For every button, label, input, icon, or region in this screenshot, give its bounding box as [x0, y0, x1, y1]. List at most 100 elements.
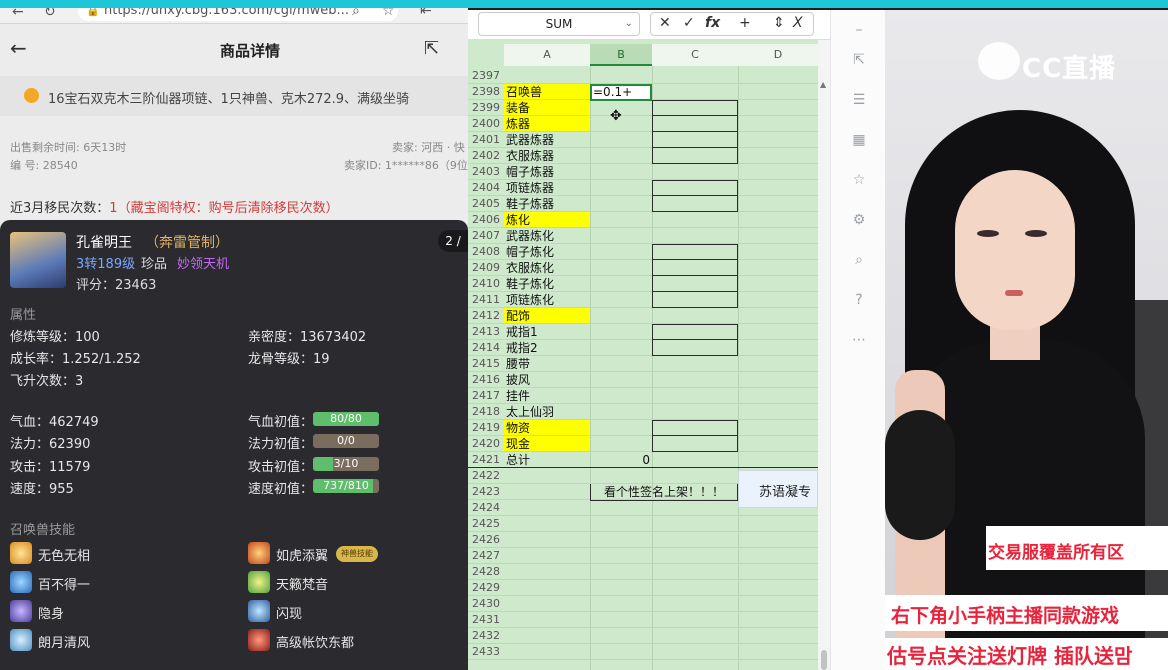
confirm-formula-icon[interactable]: ✓	[683, 15, 695, 31]
row-number[interactable]: 2432	[472, 628, 502, 644]
row-number[interactable]: 2424	[472, 500, 502, 516]
sheet-row[interactable]: 2409 衣服炼化	[468, 260, 818, 276]
cell-a[interactable]: 鞋子炼化	[504, 276, 590, 291]
cell-c-bordered[interactable]	[652, 260, 738, 276]
active-cell-editor[interactable]: =0.1+	[590, 84, 652, 101]
sheet-row[interactable]: 2415 腰带	[468, 356, 818, 372]
cell-c-bordered[interactable]	[652, 116, 738, 132]
cell-a[interactable]: 配饰	[504, 308, 590, 323]
cell-a[interactable]: 戒指2	[504, 340, 590, 355]
vertical-scrollbar[interactable]: ▲	[818, 40, 830, 670]
sheet-row[interactable]: 2426	[468, 532, 818, 548]
row-number[interactable]: 2406	[472, 212, 502, 228]
cell-a[interactable]: 衣服炼化	[504, 260, 590, 275]
row-number[interactable]: 2397	[472, 68, 502, 84]
cell-c-bordered[interactable]	[652, 436, 738, 452]
sheet-row[interactable]: 2430	[468, 596, 818, 612]
col-header-a[interactable]: A	[504, 44, 590, 66]
cell-a[interactable]: 物资	[504, 420, 590, 435]
sheet-row[interactable]: 2421 总计 0	[468, 452, 818, 468]
sheet-row[interactable]: 2407 武器炼化	[468, 228, 818, 244]
cell-a[interactable]: 太上仙羽	[504, 404, 590, 419]
sheet-grid[interactable]: A B C D 2397 2398 召唤兽 =0.1+ 2399 装备 2400 炼器 2401…	[468, 40, 818, 670]
cell-a[interactable]	[504, 628, 590, 643]
cell-b[interactable]: 0	[590, 452, 652, 467]
row-number[interactable]: 2417	[472, 388, 502, 404]
row-number[interactable]: 2411	[472, 292, 502, 308]
sheet-row[interactable]: 2406 炼化	[468, 212, 818, 228]
row-number[interactable]: 2431	[472, 612, 502, 628]
row-number[interactable]: 2426	[472, 532, 502, 548]
row-number[interactable]: 2427	[472, 548, 502, 564]
scroll-up-icon[interactable]: ▲	[820, 80, 826, 89]
cell-a[interactable]: 衣服炼器	[504, 148, 590, 163]
sheet-row[interactable]: 2425	[468, 516, 818, 532]
cell-a[interactable]: 腰带	[504, 356, 590, 371]
row-number[interactable]: 2401	[472, 132, 502, 148]
layout-icon[interactable]: ▦	[849, 130, 869, 150]
row-number[interactable]: 2418	[472, 404, 502, 420]
formula-x-icon[interactable]: X	[793, 15, 803, 31]
cell-a[interactable]	[504, 596, 590, 611]
sheet-row[interactable]: 2403 帽子炼器	[468, 164, 818, 180]
cell-a[interactable]: 武器炼化	[504, 228, 590, 243]
sheet-row[interactable]: 2411 项链炼化	[468, 292, 818, 308]
cell-a[interactable]: 挂件	[504, 388, 590, 403]
sheet-row[interactable]: 2431	[468, 612, 818, 628]
sheet-row[interactable]: 2408 帽子炼化	[468, 244, 818, 260]
minimize-icon[interactable]: –	[849, 20, 869, 40]
sheet-row[interactable]: 2428	[468, 564, 818, 580]
cell-a[interactable]: 项链炼器	[504, 180, 590, 195]
row-number[interactable]: 2429	[472, 580, 502, 596]
pointer-icon[interactable]: ⇱	[849, 50, 869, 70]
row-number[interactable]: 2410	[472, 276, 502, 292]
cell-a[interactable]: 鞋子炼器	[504, 196, 590, 211]
row-number[interactable]: 2403	[472, 164, 502, 180]
cell-a[interactable]	[504, 580, 590, 595]
row-number[interactable]: 2416	[472, 372, 502, 388]
cell-a[interactable]	[504, 500, 590, 515]
sheet-row[interactable]: 2419 物资	[468, 420, 818, 436]
pet-avatar[interactable]	[10, 232, 66, 288]
cell-a[interactable]: 装备	[504, 100, 590, 115]
cell-c-bordered[interactable]	[652, 196, 738, 212]
formula-content[interactable]: +	[739, 15, 751, 31]
fx-icon[interactable]: fx	[705, 15, 720, 31]
sheet-row[interactable]: 2399 装备	[468, 100, 818, 116]
cell-c-bordered[interactable]	[652, 244, 738, 260]
cell-a[interactable]: 戒指1	[504, 324, 590, 339]
cell-a[interactable]	[504, 532, 590, 547]
row-number[interactable]: 2428	[472, 564, 502, 580]
cell-a[interactable]: 帽子炼器	[504, 164, 590, 179]
row-number[interactable]: 2433	[472, 644, 502, 660]
cell-a[interactable]	[504, 564, 590, 579]
signature-note-cell[interactable]: 看个性签名上架！！！	[590, 484, 738, 501]
col-header-c[interactable]: C	[652, 44, 738, 66]
sheet-row[interactable]: 2410 鞋子炼化	[468, 276, 818, 292]
cell-c-bordered[interactable]	[652, 132, 738, 148]
sheet-row[interactable]: 2404 项链炼器	[468, 180, 818, 196]
adjust-icon[interactable]: ☰	[849, 90, 869, 110]
sheet-row[interactable]: 2420 现金	[468, 436, 818, 452]
cell-c-bordered[interactable]	[652, 100, 738, 116]
row-number[interactable]: 2413	[472, 324, 502, 340]
cell-a[interactable]	[504, 468, 590, 483]
row-number[interactable]: 2409	[472, 260, 502, 276]
cell-c-bordered[interactable]	[652, 340, 738, 356]
cell-c-bordered[interactable]	[652, 276, 738, 292]
search-doc-icon[interactable]: ⌕	[849, 250, 869, 270]
sheet-row[interactable]: 2429	[468, 580, 818, 596]
star-icon[interactable]: ☆	[849, 170, 869, 190]
row-number[interactable]: 2419	[472, 420, 502, 436]
row-number[interactable]: 2404	[472, 180, 502, 196]
cell-a[interactable]: 炼器	[504, 116, 590, 131]
cell-a[interactable]: 项链炼化	[504, 292, 590, 307]
name-box[interactable]: SUM ⌄	[478, 12, 640, 36]
row-number[interactable]: 2407	[472, 228, 502, 244]
sheet-row[interactable]: 2397	[468, 68, 818, 84]
sheet-row[interactable]: 2400 炼器	[468, 116, 818, 132]
cell-a[interactable]	[504, 644, 590, 659]
cell-a[interactable]: 炼化	[504, 212, 590, 227]
sheet-row[interactable]: 2432	[468, 628, 818, 644]
row-number[interactable]: 2402	[472, 148, 502, 164]
